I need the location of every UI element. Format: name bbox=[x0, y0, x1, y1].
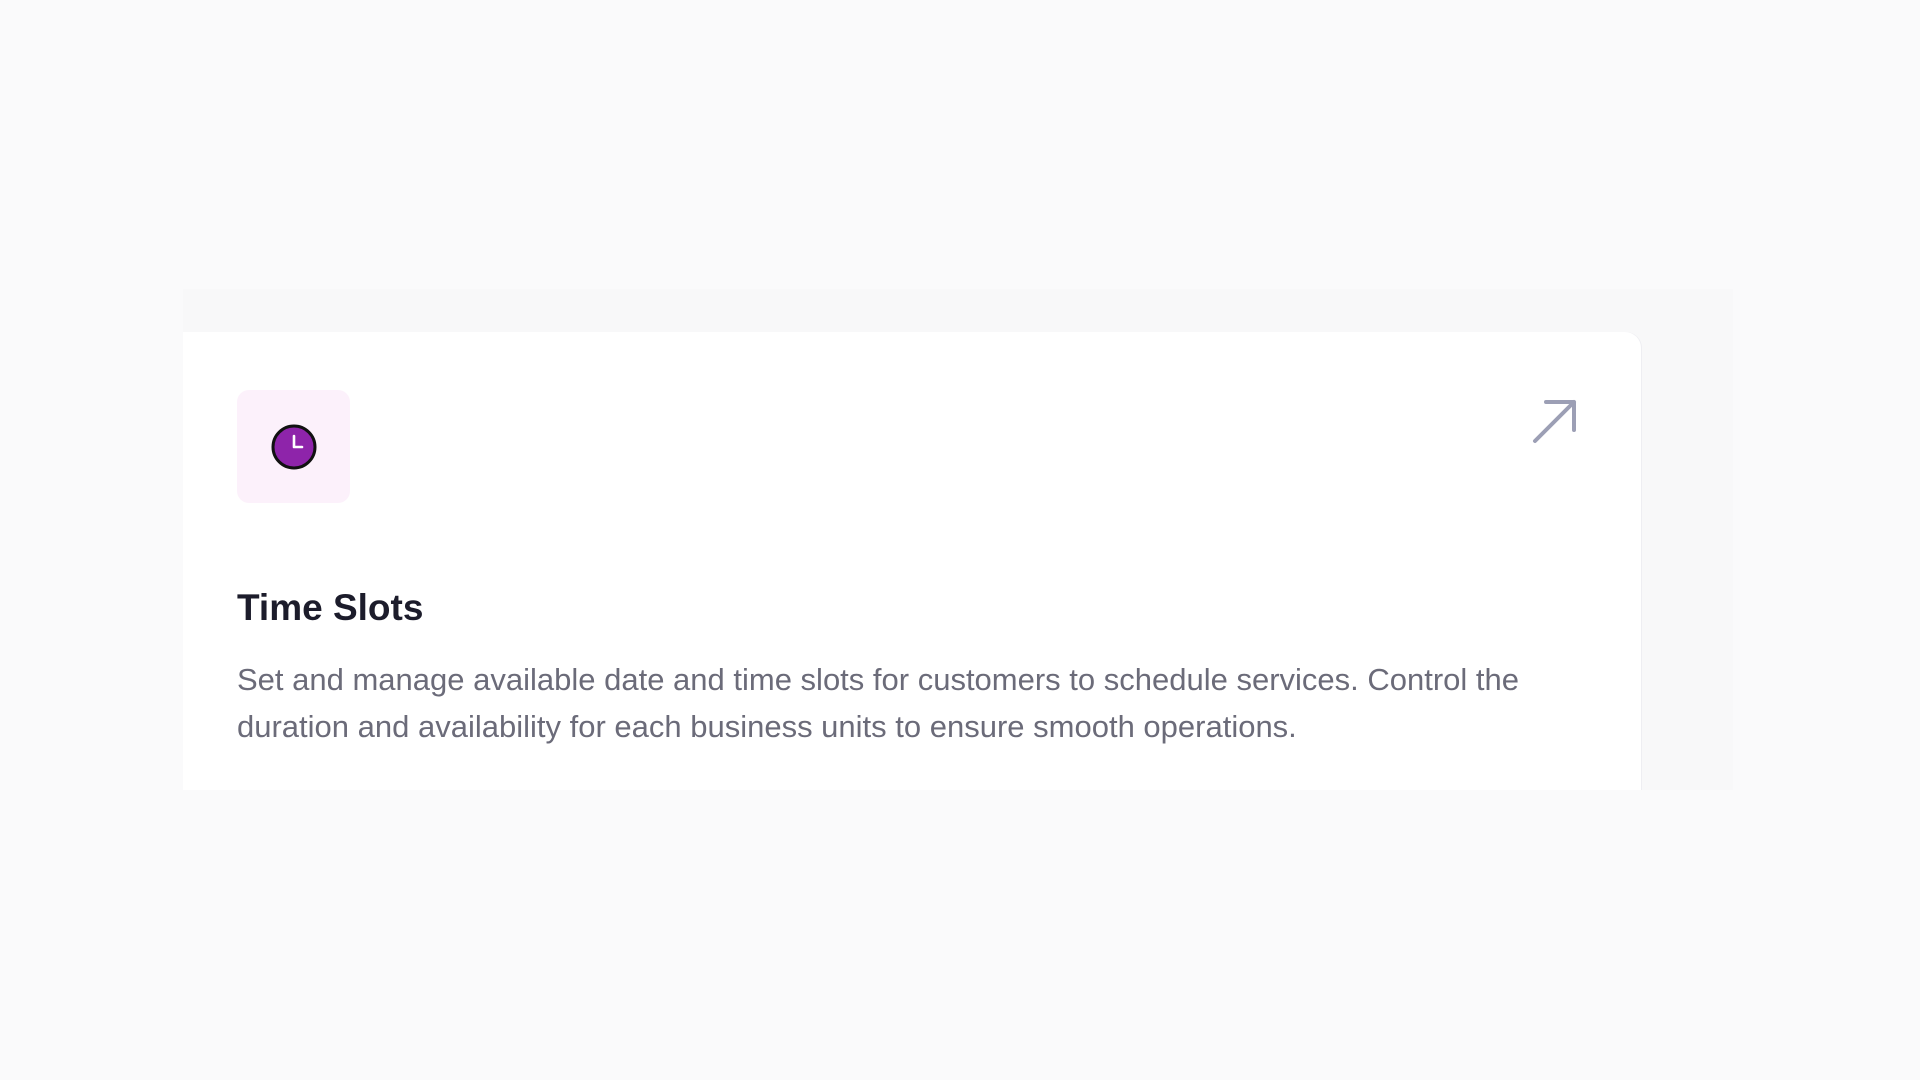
card-title: Time Slots bbox=[237, 587, 424, 628]
icon-tile bbox=[237, 390, 350, 503]
page: Time Slots Set and manage available date… bbox=[0, 0, 1920, 1080]
arrow-up-right-icon bbox=[1533, 400, 1576, 443]
card-description: Set and manage available date and time s… bbox=[237, 662, 1520, 744]
time-slots-card[interactable]: Time Slots Set and manage available date… bbox=[183, 332, 1641, 790]
open-link-button[interactable] bbox=[1527, 393, 1583, 449]
card-area: Time Slots Set and manage available date… bbox=[183, 289, 1733, 790]
clock-icon bbox=[271, 424, 316, 469]
